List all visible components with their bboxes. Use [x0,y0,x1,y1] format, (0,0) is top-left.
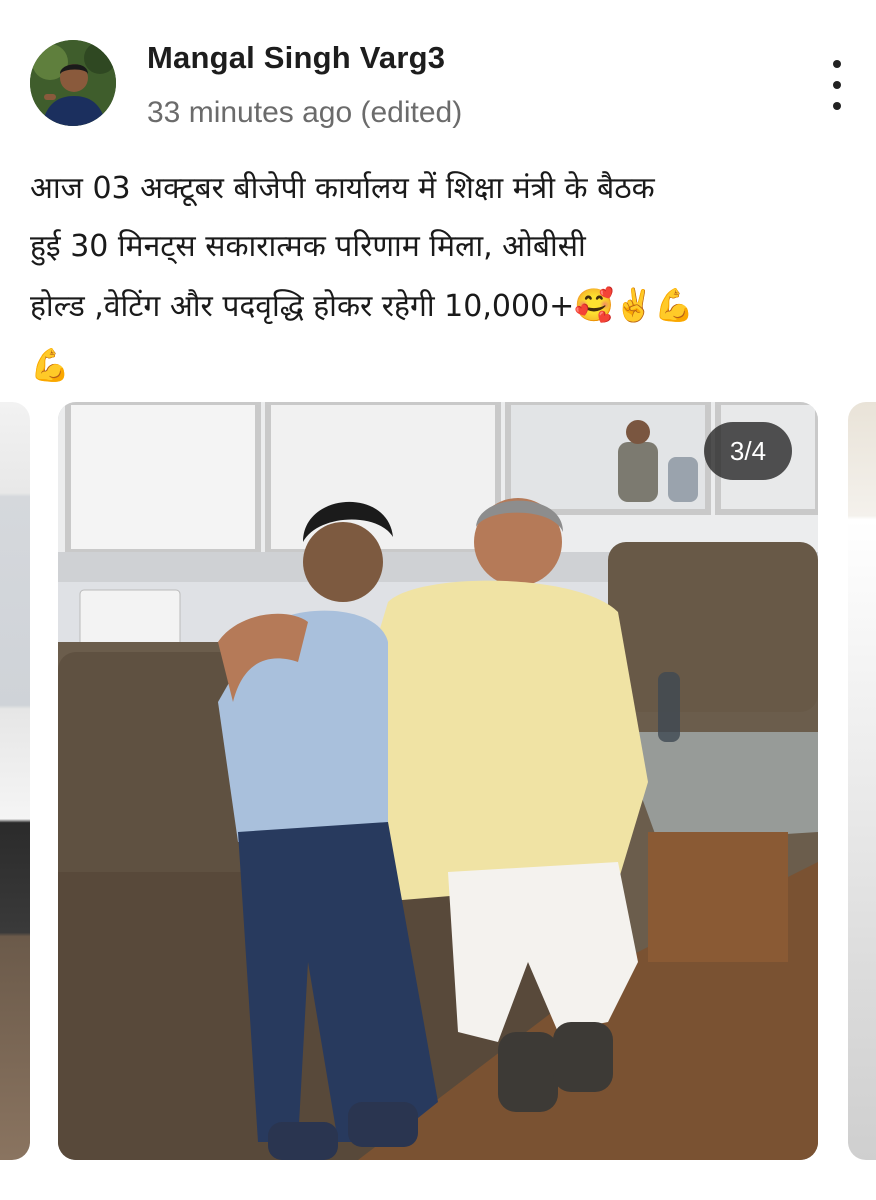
post-body: आज 03 अक्टूबर बीजेपी कार्यालय में शिक्षा… [30,160,850,396]
carousel-image[interactable]: 3/4 [58,402,818,1160]
post-emojis: 🥰✌️💪 [574,286,694,324]
avatar-photo-icon [30,40,116,126]
post-card: Mangal Singh Varg3 33 minutes ago (edite… [0,0,876,1200]
post-timestamp: 33 minutes ago (edited) [147,96,463,129]
slide-counter-badge: 3/4 [704,422,792,480]
author-name[interactable]: Mangal Singh Varg3 [147,40,445,76]
more-vertical-icon-dot [833,102,841,110]
more-vertical-icon-dot [833,81,841,89]
post-emoji-last-line: 💪 [30,346,70,384]
next-slide-preview[interactable] [848,402,876,1160]
more-options-button[interactable] [820,60,854,110]
author-avatar[interactable] [30,40,116,126]
image-carousel[interactable]: 3/4 [0,402,876,1162]
post-text: आज 03 अक्टूबर बीजेपी कार्यालय में शिक्षा… [30,171,655,324]
previous-slide-preview[interactable] [0,402,30,1160]
photo-two-men-on-sofa [58,402,818,1160]
more-vertical-icon [833,60,841,68]
